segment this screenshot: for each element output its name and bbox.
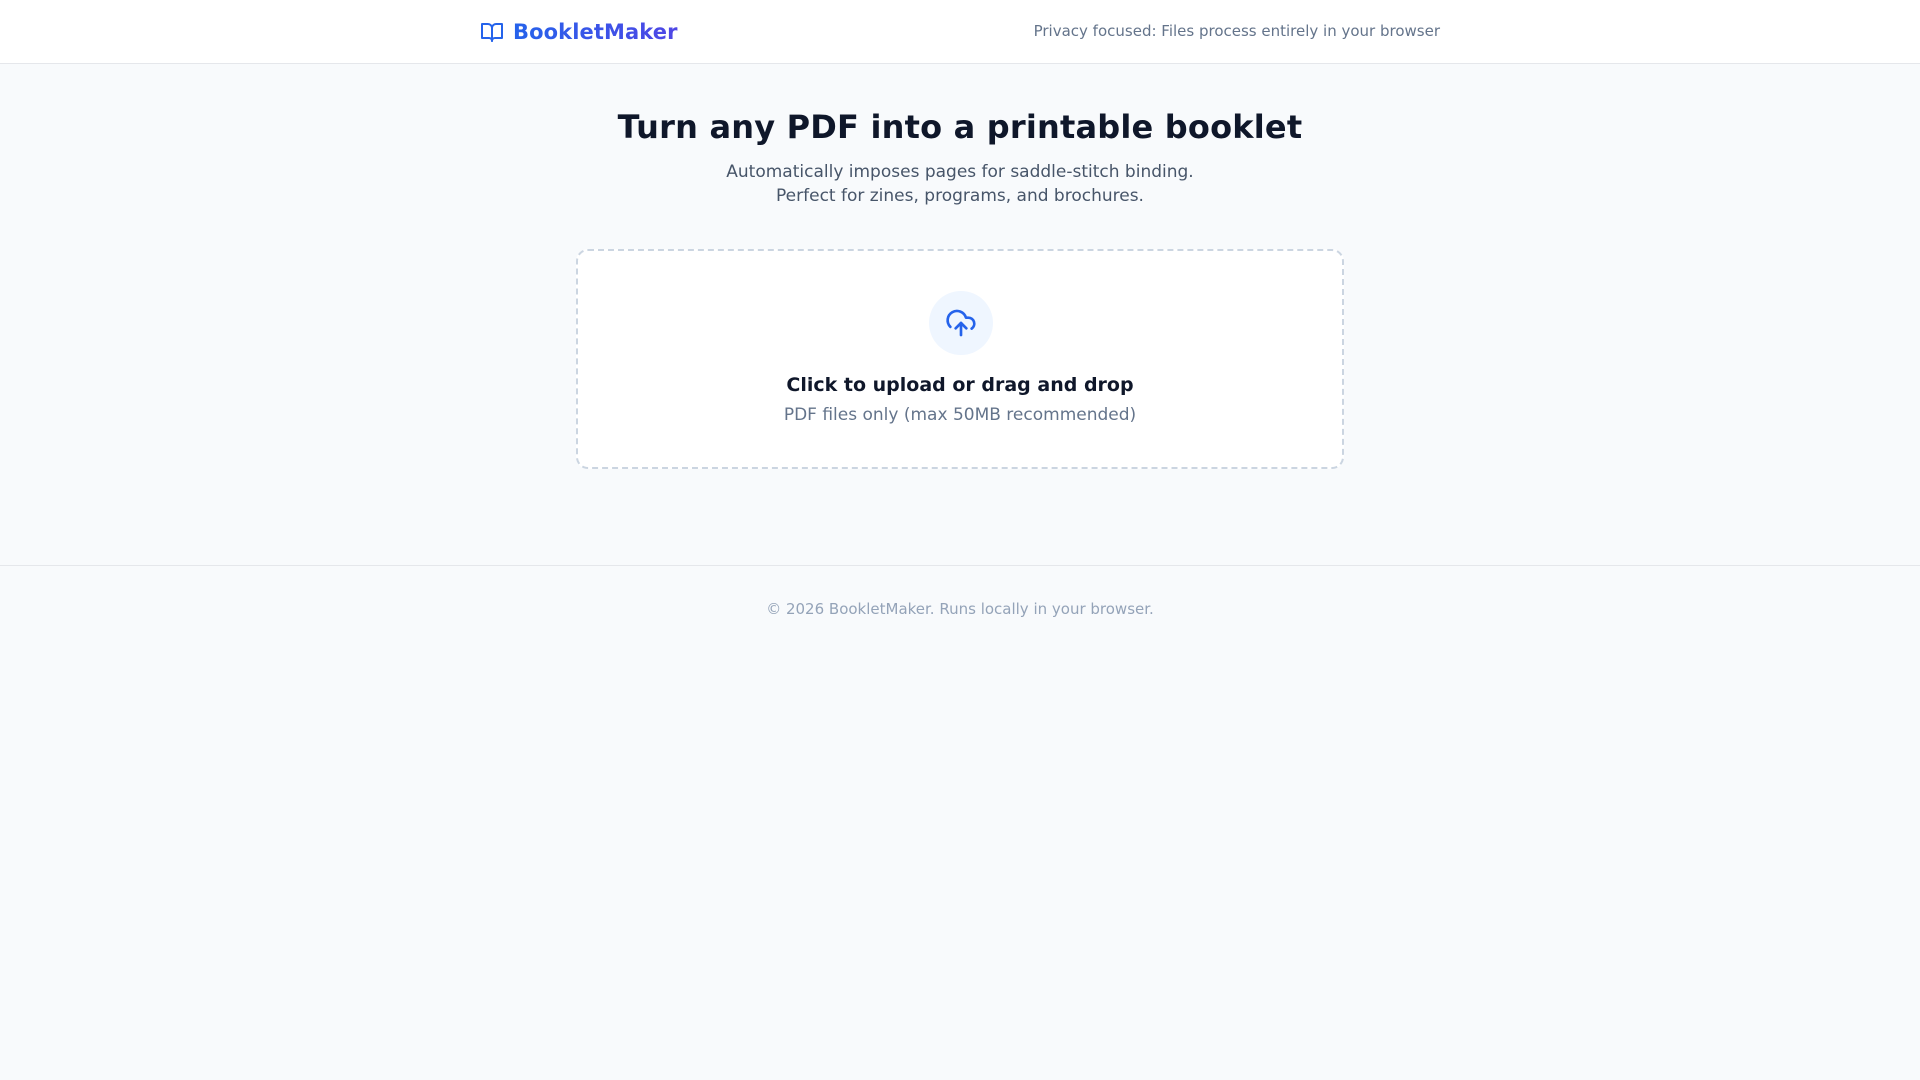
pdf-upload-dropzone[interactable]: Click to upload or drag and drop PDF fil… [576, 249, 1344, 469]
book-open-icon [481, 23, 503, 42]
brand-name: BookletMaker [513, 20, 678, 44]
privacy-note: Privacy focused: Files process entirely … [1033, 22, 1440, 40]
page-footer: © 2026 BookletMaker. Runs locally in you… [0, 565, 1920, 1080]
upload-icon-badge [929, 291, 993, 355]
top-navigation-bar: BookletMaker Privacy focused: Files proc… [0, 0, 1920, 64]
upload-title: Click to upload or drag and drop [786, 374, 1134, 396]
footer-copyright: © 2026 BookletMaker. Runs locally in you… [766, 600, 1154, 618]
brand-logo-link[interactable]: BookletMaker [480, 18, 678, 46]
upload-cloud-icon [946, 309, 976, 337]
page-title: Turn any PDF into a printable booklet [617, 108, 1303, 146]
upload-hint: PDF files only (max 50MB recommended) [783, 405, 1137, 425]
page-subtitle: Automatically imposes pages for saddle-s… [726, 162, 1194, 206]
